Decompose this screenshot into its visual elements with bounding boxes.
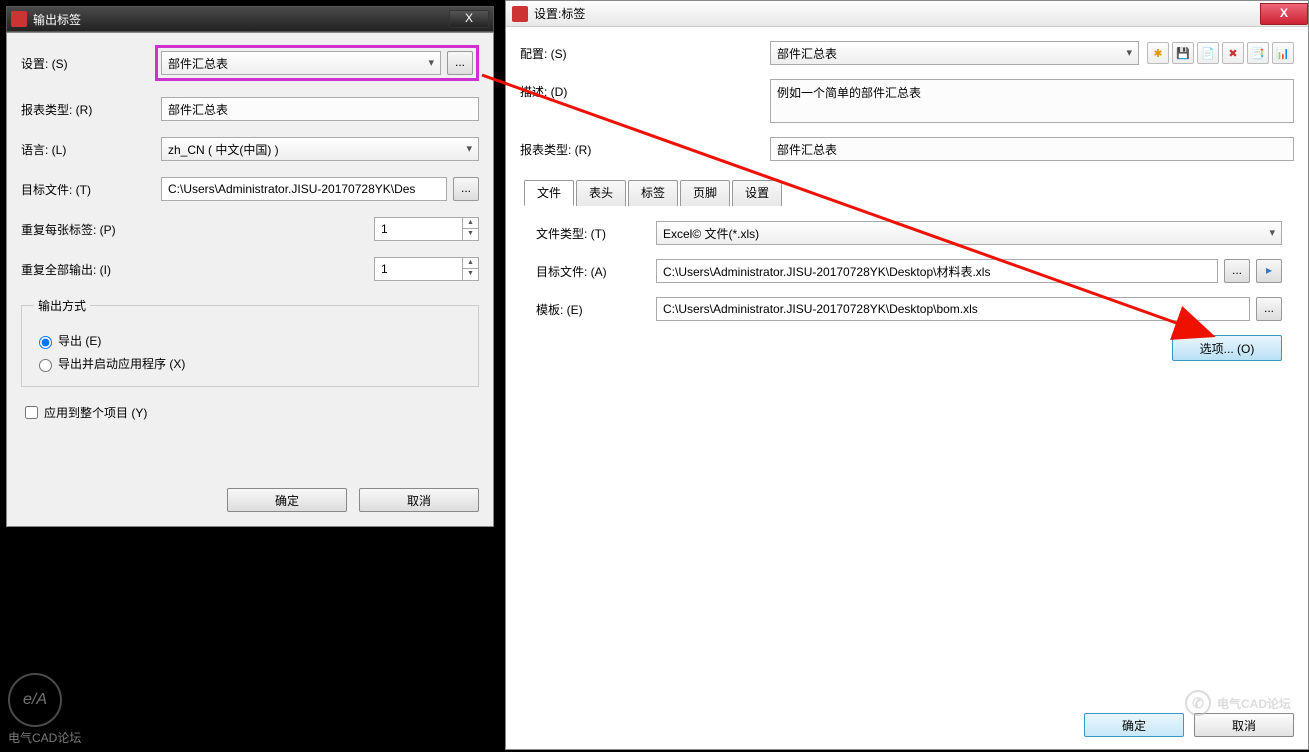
target-play-button[interactable]: ▸ bbox=[1256, 259, 1282, 283]
setting-highlight: 部件汇总表 ... bbox=[155, 45, 479, 81]
config-combo[interactable]: 部件汇总表 bbox=[770, 41, 1139, 65]
language-value: zh_CN ( 中文(中国) ) bbox=[168, 141, 279, 158]
wechat-icon: ✆ bbox=[1185, 690, 1211, 716]
watermark-right-text: 电气CAD论坛 bbox=[1217, 695, 1291, 712]
report-type-field: 部件汇总表 bbox=[161, 97, 479, 121]
delete-icon[interactable]: ✖ bbox=[1222, 42, 1244, 64]
template-value: C:\Users\Administrator.JISU-20170728YK\D… bbox=[663, 302, 978, 316]
description-label: 描述: (D) bbox=[520, 79, 770, 100]
radio-export-launch[interactable] bbox=[39, 359, 52, 372]
app-icon bbox=[11, 11, 27, 27]
watermark-left: e/A 电气CAD论坛 bbox=[8, 673, 81, 746]
target-file-input[interactable]: C:\Users\Administrator.JISU-20170728YK\D… bbox=[656, 259, 1218, 283]
target-file-label: 目标文件: (T) bbox=[21, 181, 161, 198]
repeat-all-spinner[interactable]: 1 ▲▼ bbox=[374, 257, 479, 281]
tab-strip: 文件 表头 标签 页脚 设置 bbox=[524, 180, 1294, 206]
apply-project-row[interactable]: 应用到整个项目 (Y) bbox=[21, 403, 479, 422]
radio-export-launch-label: 导出并启动应用程序 (X) bbox=[58, 355, 185, 372]
target-file-input[interactable]: C:\Users\Administrator.JISU-20170728YK\D… bbox=[161, 177, 447, 201]
spinner-buttons[interactable]: ▲▼ bbox=[462, 218, 478, 240]
radio-export-label: 导出 (E) bbox=[58, 332, 101, 349]
close-button[interactable]: X bbox=[449, 10, 489, 28]
language-combo[interactable]: zh_CN ( 中文(中国) ) bbox=[161, 137, 479, 161]
output-mode-group: 输出方式 导出 (E) 导出并启动应用程序 (X) bbox=[21, 297, 479, 387]
output-label-dialog: 输出标签 X 设置: (S) 部件汇总表 ... 报表类型: (R) 部件汇总表… bbox=[5, 5, 495, 750]
setting-label: 设置: (S) bbox=[21, 55, 161, 72]
cancel-button[interactable]: 取消 bbox=[1194, 713, 1294, 737]
settings-label-dialog: 设置:标签 X 配置: (S) 部件汇总表 ✱ 💾 📄 ✖ 📑 📊 描述: (D… bbox=[505, 0, 1309, 750]
dialog2-title: 设置:标签 bbox=[534, 5, 1260, 22]
repeat-each-value: 1 bbox=[381, 222, 388, 236]
description-value: 例如一个简单的部件汇总表 bbox=[777, 84, 921, 101]
template-browse-button[interactable]: ... bbox=[1256, 297, 1282, 321]
tab-settings[interactable]: 设置 bbox=[732, 180, 782, 206]
report-type-value: 部件汇总表 bbox=[168, 101, 228, 118]
ok-button[interactable]: 确定 bbox=[227, 488, 347, 512]
setting-combo[interactable]: 部件汇总表 bbox=[161, 51, 441, 75]
spinner-buttons[interactable]: ▲▼ bbox=[462, 258, 478, 280]
file-type-label: 文件类型: (T) bbox=[536, 225, 656, 242]
repeat-all-label: 重复全部输出: (I) bbox=[21, 261, 374, 278]
template-input[interactable]: C:\Users\Administrator.JISU-20170728YK\D… bbox=[656, 297, 1250, 321]
report-type-value: 部件汇总表 bbox=[777, 141, 837, 158]
apply-project-label: 应用到整个项目 (Y) bbox=[44, 404, 147, 421]
new-icon[interactable]: ✱ bbox=[1147, 42, 1169, 64]
radio-export-row[interactable]: 导出 (E) bbox=[34, 332, 466, 349]
repeat-all-value: 1 bbox=[381, 262, 388, 276]
apply-project-checkbox[interactable] bbox=[25, 406, 38, 419]
config-toolbar: ✱ 💾 📄 ✖ 📑 📊 bbox=[1147, 42, 1294, 64]
repeat-each-spinner[interactable]: 1 ▲▼ bbox=[374, 217, 479, 241]
watermark-left-text: 电气CAD论坛 bbox=[8, 729, 81, 746]
language-label: 语言: (L) bbox=[21, 141, 161, 158]
description-textarea[interactable]: 例如一个简单的部件汇总表 bbox=[770, 79, 1294, 123]
tab-header[interactable]: 表头 bbox=[576, 180, 626, 206]
copy-icon[interactable]: 📄 bbox=[1197, 42, 1219, 64]
target-file-label: 目标文件: (A) bbox=[536, 263, 656, 280]
setting-value: 部件汇总表 bbox=[168, 55, 228, 72]
target-file-value: C:\Users\Administrator.JISU-20170728YK\D… bbox=[663, 263, 990, 280]
config-label: 配置: (S) bbox=[520, 41, 770, 62]
config-value: 部件汇总表 bbox=[777, 45, 837, 62]
setting-browse-button[interactable]: ... bbox=[447, 51, 473, 75]
report-type-field: 部件汇总表 bbox=[770, 137, 1294, 161]
import-icon[interactable]: 📑 bbox=[1247, 42, 1269, 64]
tab-panel: 文件 表头 标签 页脚 设置 文件类型: (T) Excel© 文件(*.xls… bbox=[524, 179, 1294, 373]
dialog2-titlebar[interactable]: 设置:标签 X bbox=[506, 1, 1308, 27]
dialog2-body: 配置: (S) 部件汇总表 ✱ 💾 📄 ✖ 📑 📊 描述: (D) 例如一个简单… bbox=[506, 27, 1308, 749]
tab-footer[interactable]: 页脚 bbox=[680, 180, 730, 206]
ok-button[interactable]: 确定 bbox=[1084, 713, 1184, 737]
dialog1-body: 设置: (S) 部件汇总表 ... 报表类型: (R) 部件汇总表 语言: (L… bbox=[6, 32, 494, 527]
target-browse-button[interactable]: ... bbox=[1224, 259, 1250, 283]
watermark-logo-icon: e/A bbox=[8, 673, 62, 727]
report-type-label: 报表类型: (R) bbox=[520, 137, 770, 158]
tab-content-file: 文件类型: (T) Excel© 文件(*.xls) 目标文件: (A) C:\… bbox=[524, 205, 1294, 373]
dialog1-titlebar[interactable]: 输出标签 X bbox=[6, 6, 494, 32]
radio-export-launch-row[interactable]: 导出并启动应用程序 (X) bbox=[34, 355, 466, 372]
watermark-right: ✆ 电气CAD论坛 bbox=[1185, 690, 1291, 716]
app-icon bbox=[512, 6, 528, 22]
target-browse-button[interactable]: ... bbox=[453, 177, 479, 201]
options-button[interactable]: 选项... (O) bbox=[1172, 335, 1282, 361]
output-mode-legend: 输出方式 bbox=[34, 297, 90, 314]
tab-file[interactable]: 文件 bbox=[524, 180, 574, 206]
save-icon[interactable]: 💾 bbox=[1172, 42, 1194, 64]
template-label: 模板: (E) bbox=[536, 301, 656, 318]
file-type-value: Excel© 文件(*.xls) bbox=[663, 225, 759, 242]
dialog1-title: 输出标签 bbox=[33, 11, 449, 28]
export-icon[interactable]: 📊 bbox=[1272, 42, 1294, 64]
file-type-combo[interactable]: Excel© 文件(*.xls) bbox=[656, 221, 1282, 245]
radio-export[interactable] bbox=[39, 336, 52, 349]
close-button[interactable]: X bbox=[1260, 3, 1308, 25]
target-file-value: C:\Users\Administrator.JISU-20170728YK\D… bbox=[168, 182, 415, 196]
repeat-each-label: 重复每张标签: (P) bbox=[21, 221, 374, 238]
tab-label[interactable]: 标签 bbox=[628, 180, 678, 206]
cancel-button[interactable]: 取消 bbox=[359, 488, 479, 512]
report-type-label: 报表类型: (R) bbox=[21, 101, 161, 118]
